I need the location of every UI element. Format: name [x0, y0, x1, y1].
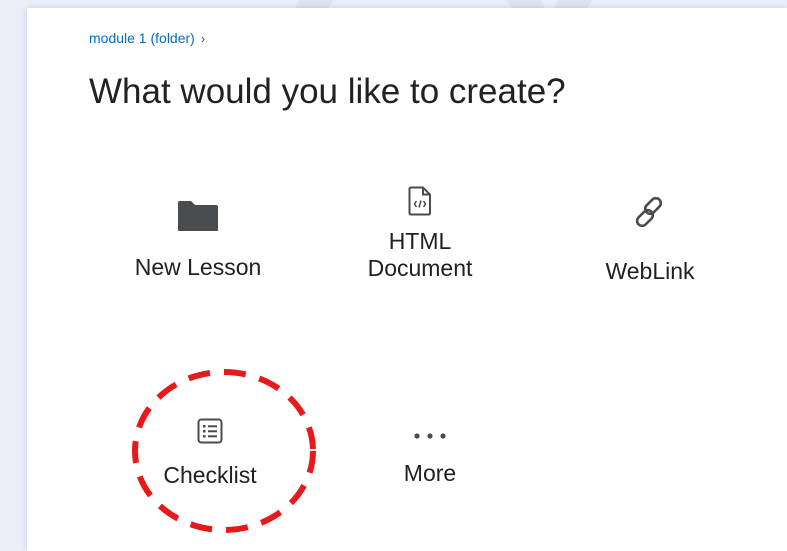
new-lesson-option[interactable]: New Lesson	[113, 198, 283, 281]
checklist-option[interactable]: Checklist	[140, 410, 280, 489]
checklist-icon	[197, 410, 223, 444]
weblink-option[interactable]: WebLink	[585, 196, 715, 285]
html-document-option[interactable]: HTML Document	[350, 184, 490, 282]
breadcrumb: module 1 (folder) ›	[89, 30, 205, 46]
breadcrumb-module-link[interactable]: module 1 (folder)	[89, 30, 195, 46]
html-document-label-line1: HTML	[388, 228, 452, 254]
link-icon	[632, 196, 668, 230]
html-document-label-line2: Document	[367, 255, 473, 281]
checklist-label: Checklist	[163, 462, 257, 488]
page-title: What would you like to create?	[89, 72, 566, 111]
more-label: More	[403, 460, 457, 486]
html-file-icon	[408, 184, 432, 216]
weblink-label: WebLink	[605, 258, 695, 284]
more-option[interactable]: More	[380, 418, 480, 487]
more-icon	[413, 418, 447, 440]
folder-icon	[177, 198, 219, 232]
breadcrumb-separator-icon: ›	[200, 30, 206, 46]
new-lesson-label: New Lesson	[134, 254, 262, 280]
